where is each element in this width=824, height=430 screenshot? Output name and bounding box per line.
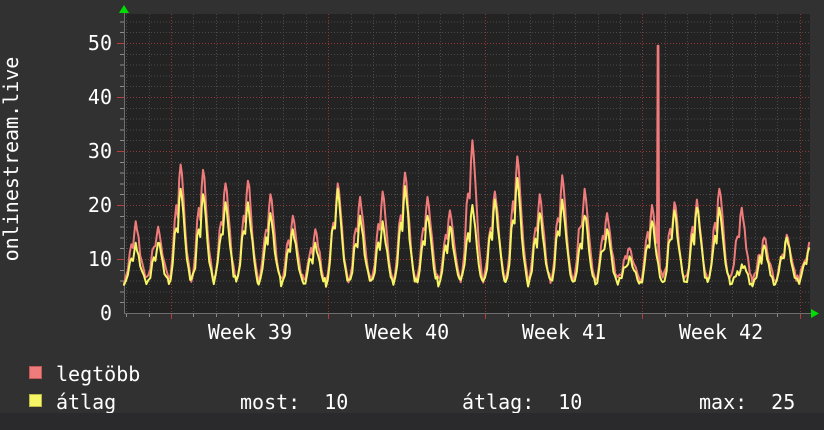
- y-axis-arrow-icon: [119, 5, 129, 13]
- x-axis-arrow-icon: [811, 309, 819, 318]
- y-tick-label-30: 30: [87, 139, 112, 163]
- bottom-strip: [0, 413, 824, 430]
- legend-swatch-atlag: [29, 394, 42, 407]
- stat-most-value: 10: [324, 390, 349, 414]
- legend-label-atlag: átlag: [56, 390, 117, 414]
- y-tick-label-10: 10: [87, 247, 112, 271]
- stat-max-value: 25: [771, 390, 796, 414]
- y-tick-label-40: 40: [87, 85, 112, 109]
- stat-most: most: 10: [240, 390, 348, 414]
- legend-label-legtobb: legtöbb: [56, 362, 141, 386]
- legend-swatch-legtobb: [29, 366, 42, 379]
- stat-atlag-value: 10: [558, 390, 583, 414]
- y-tick-label-20: 20: [87, 193, 112, 217]
- y-tick-label-0: 0: [99, 301, 112, 325]
- stat-most-label: most:: [240, 390, 301, 414]
- plot-area: [124, 14, 810, 313]
- x-week-label-39: Week 39: [207, 320, 293, 344]
- site-label: onlinestream.live: [0, 56, 23, 262]
- x-week-label-40: Week 40: [364, 320, 450, 344]
- rrd-graph: onlinestream.live 50 40 30 20 10 0 Week …: [0, 0, 824, 430]
- x-week-label-42: Week 42: [678, 320, 764, 344]
- stat-max: max: 25: [699, 390, 795, 414]
- stat-max-label: max:: [699, 390, 748, 414]
- stat-atlag-label: átlag:: [462, 390, 535, 414]
- x-week-label-41: Week 41: [521, 320, 607, 344]
- stat-atlag: átlag: 10: [462, 390, 582, 414]
- y-tick-label-50: 50: [87, 31, 112, 55]
